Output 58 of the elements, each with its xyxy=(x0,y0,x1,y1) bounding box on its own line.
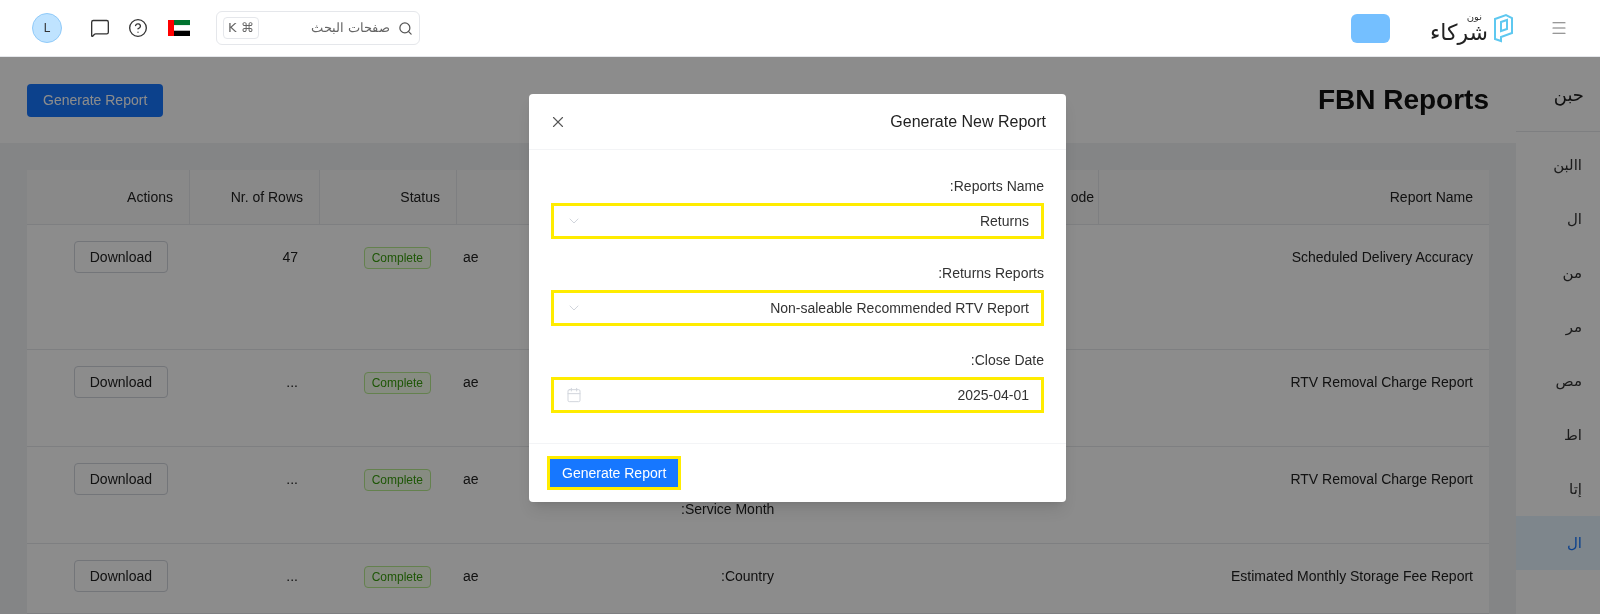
field-label: :Close Date xyxy=(970,351,1044,370)
logo-subtitle: نون xyxy=(1466,12,1482,22)
sidebar-item[interactable]: اط xyxy=(1516,408,1600,462)
status-tag: Complete xyxy=(363,566,431,588)
column-header: Status xyxy=(400,187,440,207)
table-cell-text: RTV Removal Charge Report xyxy=(1290,373,1473,392)
shortcut-key: K ⌘ xyxy=(223,17,259,39)
table-cell-text: :Service Month xyxy=(681,500,775,519)
help-icon[interactable] xyxy=(128,18,148,38)
modal-title: Generate New Report xyxy=(890,111,1046,132)
table-cell-text: ae xyxy=(463,470,479,489)
table-cell-text: ... xyxy=(286,470,298,489)
status-tag: Complete xyxy=(363,469,431,491)
table-cell-text: ... xyxy=(286,567,298,586)
select-field[interactable]: Non-saleable Recommended RTV Report xyxy=(551,290,1044,326)
menu-icon[interactable] xyxy=(1550,19,1568,37)
sidebar-title: حبن xyxy=(1553,82,1584,108)
search-input[interactable]: صفحات البحث xyxy=(266,18,390,38)
generate-report-button[interactable]: Generate Report xyxy=(27,83,164,117)
select-field[interactable]: Returns xyxy=(551,203,1044,239)
table-cell-text: 47 xyxy=(282,248,298,267)
logo-icon xyxy=(1492,13,1514,43)
column-header: Actions xyxy=(127,187,173,207)
logo-text: شركاء xyxy=(1429,22,1488,44)
sidebar-item[interactable]: ال xyxy=(1516,516,1600,570)
download-button[interactable]: Download xyxy=(73,463,168,495)
generate-report-button[interactable]: Generate Report xyxy=(547,456,682,490)
sidebar-item[interactable]: مص xyxy=(1516,354,1600,408)
flag-icon[interactable] xyxy=(168,20,190,36)
column-header: Nr. of Rows xyxy=(230,187,303,207)
table-cell-text: ... xyxy=(286,373,298,392)
table-cell-text: ae xyxy=(463,567,479,586)
sidebar-item[interactable]: ال xyxy=(1516,192,1600,246)
status-tag: Complete xyxy=(363,372,431,394)
date-field[interactable]: 2025-04-01 xyxy=(551,377,1044,413)
sidebar-item[interactable]: االبن xyxy=(1516,138,1600,192)
sidebar-item[interactable]: إتا xyxy=(1516,462,1600,516)
status-tag: Complete xyxy=(363,247,431,269)
sidebar-item[interactable]: من xyxy=(1516,246,1600,300)
table-cell-text: Scheduled Delivery Accuracy xyxy=(1291,248,1473,267)
search-icon xyxy=(398,20,413,36)
sidebar-item[interactable]: مر xyxy=(1516,300,1600,354)
field-label: :Reports Name xyxy=(949,177,1044,196)
table-cell-text: RTV Removal Charge Report xyxy=(1290,470,1473,489)
column-header: Report Name xyxy=(1389,187,1473,207)
calendar-icon xyxy=(566,387,582,403)
table-cell-text: ae xyxy=(463,248,479,267)
column-header: ode xyxy=(1070,187,1094,207)
table-cell-text: ae xyxy=(463,373,479,392)
download-button[interactable]: Download xyxy=(73,560,168,592)
download-button[interactable]: Download xyxy=(73,241,168,273)
avatar[interactable]: L xyxy=(32,13,62,43)
chat-icon[interactable] xyxy=(90,18,110,38)
table-cell-text: Estimated Monthly Storage Fee Report xyxy=(1231,567,1473,586)
field-label: :Returns Reports xyxy=(938,264,1044,283)
page-title: FBN Reports xyxy=(1317,83,1489,117)
download-button[interactable]: Download xyxy=(73,366,168,398)
table-cell-text: :Country xyxy=(721,567,774,586)
